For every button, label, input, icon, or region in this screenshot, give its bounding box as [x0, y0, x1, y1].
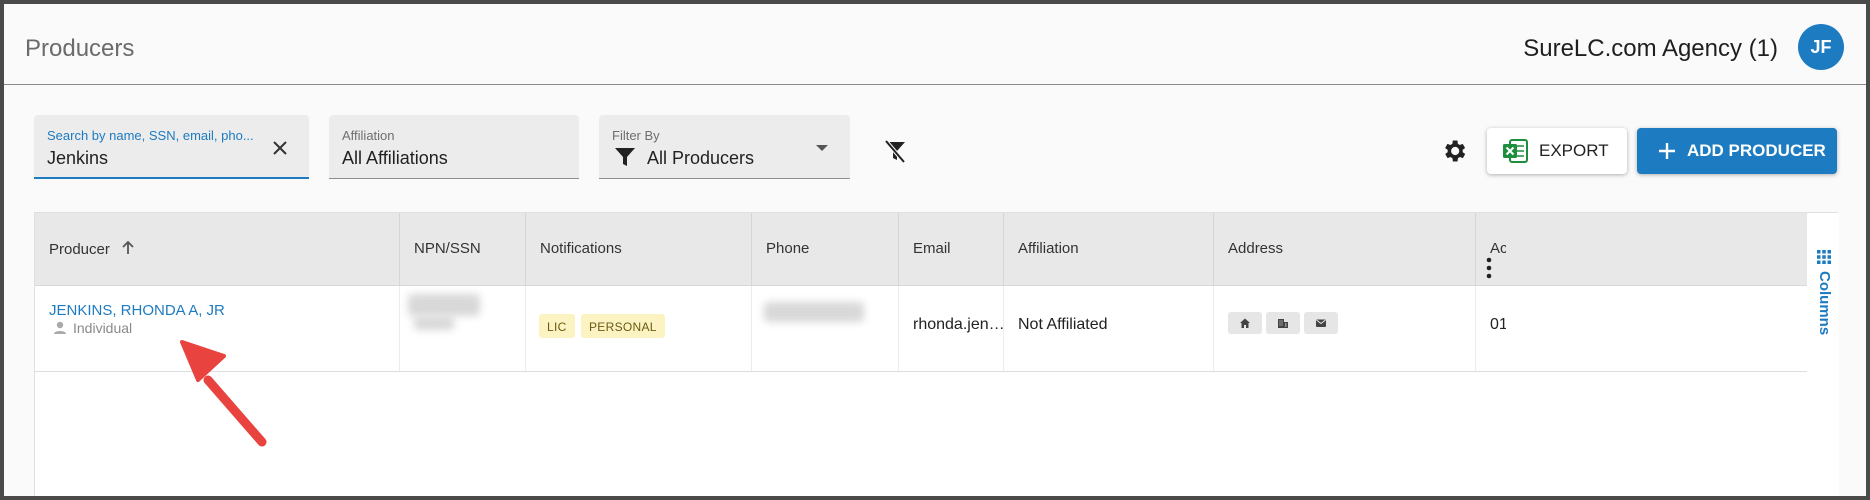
column-label: Email	[913, 240, 951, 257]
excel-icon	[1503, 139, 1528, 163]
add-producer-label: ADD PRODUCER	[1687, 141, 1826, 160]
sort-up-icon[interactable]	[120, 240, 136, 256]
filter-by-value: All Producers	[647, 148, 755, 168]
column-label: Affiliation	[1018, 240, 1079, 257]
clear-filter-icon[interactable]	[882, 138, 908, 164]
column-label: Address	[1228, 240, 1284, 257]
chevron-down-icon[interactable]	[816, 145, 828, 151]
app-frame: Producers SureLC.com Agency (1) JF Searc…	[4, 4, 1866, 496]
cell-affiliation: Not Affiliated	[1004, 286, 1214, 371]
cell-notifications: LIC PERSONAL	[526, 286, 752, 371]
filter-by-select[interactable]: Filter By All Producers	[599, 115, 850, 179]
plus-icon	[1659, 143, 1675, 159]
affiliation-label: Affiliation	[342, 128, 395, 143]
clear-icon[interactable]	[271, 139, 289, 157]
column-label: Phone	[766, 240, 810, 257]
search-value[interactable]: Jenkins	[47, 148, 108, 169]
producer-name-link[interactable]: JENKINS, RHONDA A, JR	[49, 302, 225, 319]
notification-badge-personal[interactable]: PERSONAL	[581, 314, 665, 338]
search-label: Search by name, SSN, email, pho...	[47, 128, 254, 143]
affiliation-value: Not Affiliated	[1018, 316, 1108, 333]
affiliation-value: All Affiliations	[342, 148, 448, 168]
agency-name[interactable]: SureLC.com Agency (1)	[1523, 35, 1778, 63]
red-arrow-icon	[180, 340, 267, 447]
producer-type: Individual	[53, 320, 132, 336]
columns-label: Columns	[1816, 271, 1833, 336]
building-icon	[1278, 319, 1288, 328]
column-label: Producer	[49, 241, 110, 258]
home-icon	[1240, 318, 1250, 328]
search-input[interactable]: Search by name, SSN, email, pho... Jenki…	[34, 115, 309, 179]
column-header-producer[interactable]: Producer	[35, 213, 400, 285]
filter-by-label: Filter By	[612, 128, 660, 143]
cell-phone	[752, 286, 899, 371]
table-row[interactable]: JENKINS, RHONDA A, JR Individual LIC PER…	[35, 286, 1807, 372]
column-header-phone[interactable]: Phone	[752, 213, 899, 285]
affiliation-select[interactable]: Affiliation All Affiliations	[329, 115, 579, 179]
notification-badge-lic[interactable]: LIC	[539, 314, 575, 338]
column-header-address[interactable]: Address	[1214, 213, 1476, 285]
avatar[interactable]: JF	[1798, 24, 1844, 70]
mail-icon	[1316, 319, 1326, 327]
home-address-chip[interactable]	[1228, 312, 1262, 334]
column-header-notifications[interactable]: Notifications	[526, 213, 752, 285]
export-label: EXPORT	[1539, 141, 1609, 160]
redacted-npn	[408, 294, 480, 316]
top-bar: Producers SureLC.com Agency (1) JF	[4, 4, 1866, 85]
columns-panel-toggle[interactable]: Columns	[1810, 213, 1839, 496]
column-label: Notifications	[540, 240, 622, 257]
more-vert-icon[interactable]	[1485, 257, 1493, 279]
add-producer-button[interactable]: ADD PRODUCER	[1637, 128, 1837, 174]
redacted-ssn	[414, 316, 454, 330]
cell-npn-ssn	[400, 286, 526, 371]
producers-grid: Producer NPN/SSN Notifications Phone Ema…	[34, 212, 1839, 496]
cell-address	[1214, 286, 1476, 371]
column-header-email[interactable]: Email	[899, 213, 1004, 285]
column-header-affiliation[interactable]: Affiliation	[1004, 213, 1214, 285]
cell-ac: 01	[1476, 286, 1506, 371]
business-address-chip[interactable]	[1266, 312, 1300, 334]
cell-email: rhonda.jen…	[899, 286, 1004, 371]
column-label: Ac	[1490, 240, 1506, 257]
email-value: rhonda.jen…	[913, 316, 1004, 333]
mailing-address-chip[interactable]	[1304, 312, 1338, 334]
producer-type-label: Individual	[73, 320, 133, 336]
columns-grid-icon	[1817, 250, 1831, 264]
export-button[interactable]: EXPORT	[1487, 128, 1627, 174]
person-icon	[54, 321, 66, 334]
redacted-phone	[764, 302, 864, 322]
column-header-npn-ssn[interactable]: NPN/SSN	[400, 213, 526, 285]
settings-gear-icon[interactable]	[1440, 137, 1468, 165]
column-label: NPN/SSN	[414, 240, 481, 257]
page-title: Producers	[25, 35, 135, 62]
filter-funnel-icon	[615, 148, 635, 166]
ac-value: 01	[1490, 316, 1506, 333]
grid-header: Producer NPN/SSN Notifications Phone Ema…	[35, 213, 1807, 286]
